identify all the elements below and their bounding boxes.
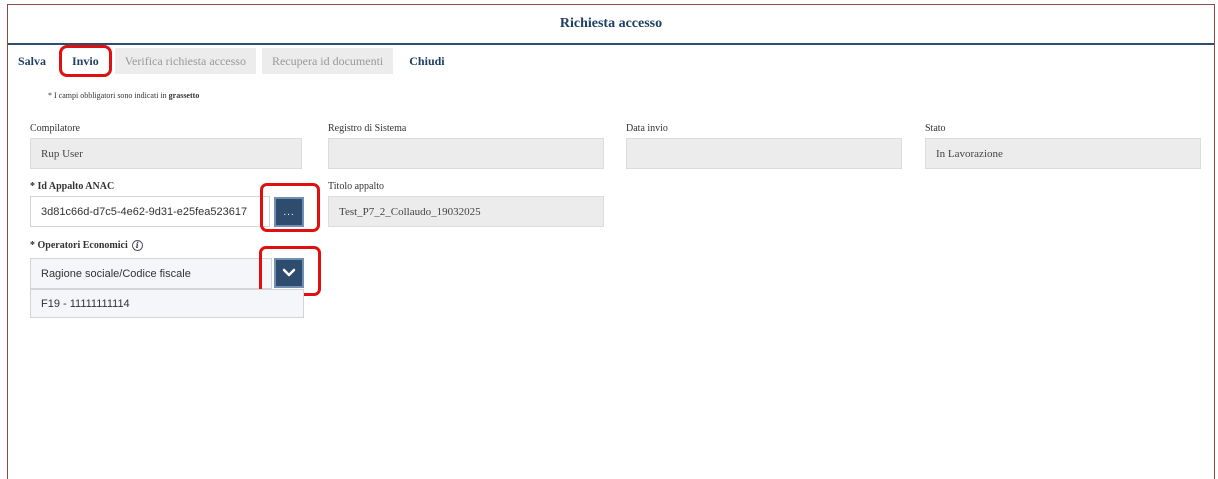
titolo-field: Test_P7_2_Collaudo_19032025 [328, 196, 604, 227]
operatori-search-input[interactable]: Ragione sociale/Codice fiscale [30, 258, 272, 289]
select-appalto-button[interactable]: ... [274, 197, 304, 227]
registro-field [328, 138, 604, 169]
chiudi-button[interactable]: Chiudi [399, 48, 454, 74]
operatori-label-text: * Operatori Economici [30, 240, 128, 251]
recupera-id-documenti-button[interactable]: Recupera id documenti [261, 48, 394, 74]
required-fields-note: * I campi obbligatori sono indicati in g… [48, 91, 199, 100]
salva-button[interactable]: Salva [8, 48, 56, 74]
title-bar: Richiesta accesso [8, 5, 1214, 45]
id-appalto-input[interactable]: 3d81c66d-d7c5-4e62-9d31-e25fea523617 [30, 196, 270, 227]
data-invio-label: Data invio [626, 123, 668, 134]
titolo-label: Titolo appalto [328, 181, 385, 192]
registro-label: Registro di Sistema [328, 123, 407, 134]
ellipsis-icon: ... [283, 206, 295, 218]
chevron-down-icon [282, 268, 296, 277]
stato-field: In Lavorazione [925, 138, 1201, 169]
compilatore-field: Rup User [30, 138, 302, 169]
note-bold: grassetto [168, 91, 200, 100]
operatori-dropdown-button[interactable] [274, 258, 304, 288]
page-title: Richiesta accesso [559, 16, 663, 31]
operatore-selected-item[interactable]: F19 - 11111111114 [30, 289, 304, 318]
note-text: * I campi obbligatori sono indicati in [48, 91, 167, 100]
data-invio-field [626, 138, 902, 169]
stato-label: Stato [925, 123, 946, 134]
operatori-label: * Operatori Economici i [30, 240, 143, 252]
compilatore-label: Compilatore [30, 123, 80, 134]
verifica-richiesta-button[interactable]: Verifica richiesta accesso [114, 48, 256, 74]
toolbar: Salva Invio Verifica richiesta accesso R… [8, 45, 461, 77]
invio-button[interactable]: Invio [59, 45, 112, 77]
info-icon[interactable]: i [131, 240, 143, 252]
id-appalto-label: * Id Appalto ANAC [30, 181, 115, 192]
